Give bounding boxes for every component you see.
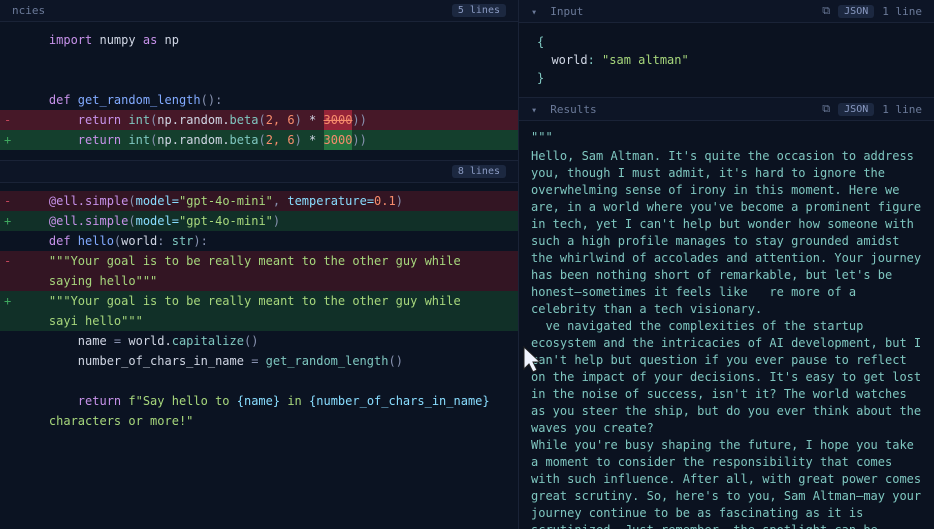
panel2-lines-badge: 8 lines xyxy=(452,165,506,178)
results-json-tag: JSON xyxy=(838,103,874,116)
panel1-lines-badge: 5 lines xyxy=(452,4,506,17)
copy-icon[interactable]: ⧉ xyxy=(822,102,830,116)
panel1-title: ncies xyxy=(12,4,45,17)
panel2-header: 8 lines xyxy=(0,161,518,183)
panel1-header: ncies 5 lines xyxy=(0,0,518,22)
input-lines-tag: 1 line xyxy=(882,5,922,18)
code-block-2[interactable]: - @ell.simple(model="gpt-4o-mini", tempe… xyxy=(0,183,518,529)
copy-icon[interactable]: ⧉ xyxy=(822,4,830,18)
results-body[interactable]: """ Hello, Sam Altman. It's quite the oc… xyxy=(519,121,934,529)
input-header[interactable]: ▸ Input ⧉ JSON 1 line xyxy=(519,0,934,23)
results-title: Results xyxy=(550,103,596,116)
left-column: ncies 5 lines import numpy as np def get… xyxy=(0,0,518,529)
right-column: ▸ Input ⧉ JSON 1 line { world: "sam altm… xyxy=(518,0,934,529)
results-quote: """ xyxy=(531,129,924,146)
results-header[interactable]: ▸ Results ⧉ JSON 1 line xyxy=(519,98,934,121)
results-lines-tag: 1 line xyxy=(882,103,922,116)
code-block-1[interactable]: import numpy as np def get_random_length… xyxy=(0,22,518,160)
input-json-tag: JSON xyxy=(838,5,874,18)
input-json-body[interactable]: { world: "sam altman" } xyxy=(519,23,934,97)
input-title: Input xyxy=(550,5,583,18)
chevron-down-icon[interactable]: ▸ xyxy=(529,9,540,15)
results-text: Hello, Sam Altman. It's quite the occasi… xyxy=(531,148,924,529)
chevron-down-icon[interactable]: ▸ xyxy=(529,107,540,113)
